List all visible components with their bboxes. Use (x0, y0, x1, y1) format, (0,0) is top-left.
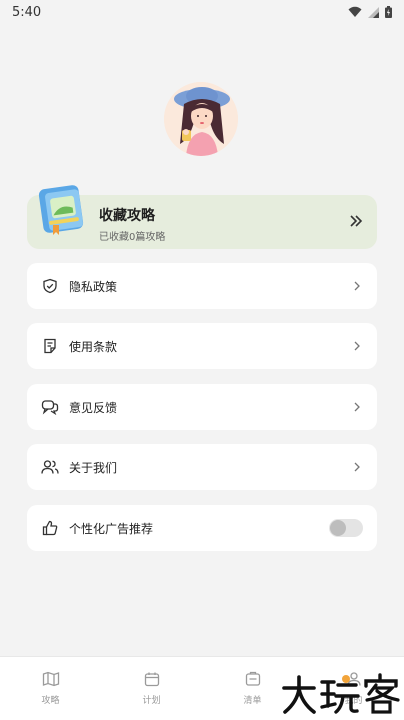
chat-icon (41, 398, 59, 416)
tab-plan[interactable]: 计划 (101, 657, 202, 720)
book-icon (38, 185, 84, 235)
chevron-right-icon (354, 341, 360, 351)
users-icon (41, 458, 59, 476)
personalized-ads-label: 个性化广告推荐 (69, 521, 154, 536)
favorites-subtitle: 已收藏0篇攻略 (99, 232, 166, 243)
thumbs-up-icon (41, 519, 59, 537)
favorites-title: 收藏攻略 (99, 208, 155, 224)
map-icon (42, 671, 59, 687)
menu-item-label: 隐私政策 (69, 279, 118, 294)
tab-label: 计划 (142, 696, 161, 706)
menu-item-label: 使用条款 (69, 339, 118, 354)
tab-label: 清单 (243, 696, 262, 706)
chevron-right-icon (354, 462, 360, 472)
menu-item-about-us[interactable]: 关于我们 (27, 444, 377, 490)
chevron-right-icon (354, 402, 360, 412)
menu-item-feedback[interactable]: 意见反馈 (27, 384, 377, 430)
personalized-ads-toggle[interactable] (329, 519, 363, 537)
menu-item-label: 关于我们 (69, 460, 118, 475)
menu-item-label: 意见反馈 (69, 400, 118, 415)
document-icon (41, 337, 59, 355)
double-chevron-right-icon[interactable] (349, 214, 363, 228)
battery-icon (385, 6, 392, 18)
personalized-ads-setting: 个性化广告推荐 (27, 505, 377, 551)
wifi-icon (348, 6, 362, 17)
status-bar: 5:40 (0, 0, 404, 24)
avatar[interactable] (164, 82, 238, 156)
status-time: 5:40 (12, 4, 42, 20)
checklist-icon (245, 671, 260, 686)
favorites-card[interactable]: 收藏攻略 已收藏0篇攻略 (27, 185, 377, 249)
shield-check-icon (41, 277, 59, 295)
chevron-right-icon (354, 281, 360, 291)
menu-item-terms-of-use[interactable]: 使用条款 (27, 323, 377, 369)
watermark-logo (282, 673, 400, 714)
calendar-icon (144, 672, 159, 687)
tab-label: 攻略 (41, 696, 60, 706)
tab-guides[interactable]: 攻略 (0, 657, 101, 720)
avatar-illustration (164, 82, 238, 156)
status-icons (348, 6, 392, 18)
menu-item-privacy-policy[interactable]: 隐私政策 (27, 263, 377, 309)
signal-icon (368, 6, 379, 18)
toggle-knob (330, 520, 346, 536)
